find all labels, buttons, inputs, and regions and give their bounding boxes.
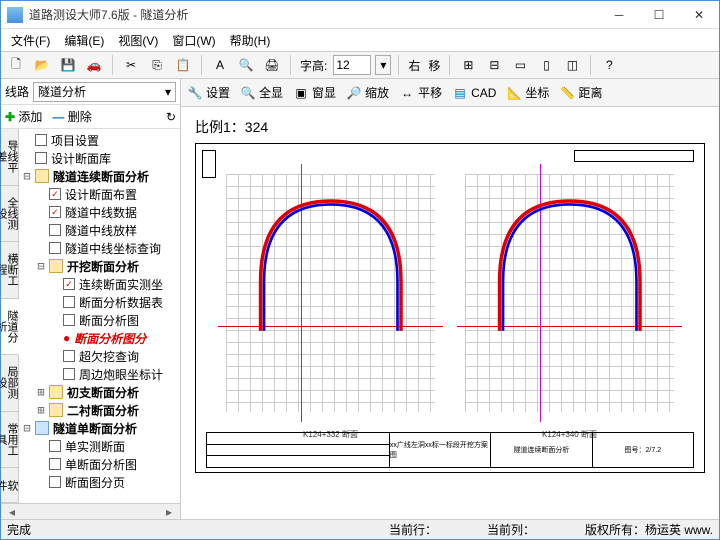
tree-folder[interactable]: ⊟开挖断面分析 — [21, 257, 178, 275]
tree-folder[interactable]: ⊟隧道连续断面分析 — [21, 167, 178, 185]
tree-item[interactable]: 断面图分页 — [21, 473, 178, 491]
vtab-3[interactable]: 隧道分析 — [1, 299, 19, 356]
tree-item[interactable]: 设计断面库 — [21, 149, 178, 167]
refresh-button[interactable]: ↻ — [166, 110, 176, 124]
right-label[interactable]: 右 — [406, 57, 422, 74]
new-button[interactable]: 🗋 — [5, 54, 27, 76]
add-button[interactable]: ✚ 添加 — [5, 108, 42, 125]
separator — [201, 55, 202, 75]
separator — [449, 55, 450, 75]
layout5-button[interactable]: ◫ — [561, 54, 583, 76]
menu-file[interactable]: 文件(F) — [5, 29, 56, 52]
vehicle-button[interactable]: 🚗 — [83, 54, 105, 76]
tree-item[interactable]: ✓连续断面实测坐 — [21, 275, 178, 293]
tree-item[interactable]: 单断面分析图 — [21, 455, 178, 473]
cad-button[interactable]: ▤CAD — [452, 85, 496, 101]
menu-view[interactable]: 视图(V) — [112, 29, 164, 52]
vtab-6[interactable]: 软件 — [1, 468, 18, 503]
tree-item[interactable]: 单实测断面 — [21, 437, 178, 455]
cut-button[interactable]: ✂ — [120, 54, 142, 76]
open-button[interactable]: 📂 — [31, 54, 53, 76]
delete-button[interactable]: — 删除 — [52, 108, 91, 125]
separator — [112, 55, 113, 75]
minimize-button[interactable]: ─ — [599, 1, 639, 29]
zoom-button[interactable]: 🔎缩放 — [346, 84, 389, 101]
titlebar: 道路测设大师7.6版 - 隧道分析 ─ ☐ ✕ — [1, 1, 719, 29]
tree-scrollbar[interactable]: ◂▸ — [1, 503, 180, 519]
menubar: 文件(F) 编辑(E) 视图(V) 窗口(W) 帮助(H) — [1, 29, 719, 51]
pan-button[interactable]: ↔平移 — [399, 84, 442, 101]
vtab-4[interactable]: 局部测设 — [1, 355, 18, 412]
toolbar-view: 🔧设置 🔍全显 ▣窗显 🔎缩放 ↔平移 ▤CAD 📐坐标 📏距离 — [181, 79, 719, 107]
font-height-dropdown[interactable]: ▾ — [375, 55, 391, 75]
sheet-tab — [202, 150, 216, 178]
statusbar: 完成 当前行： 当前列： 版权所有：杨运英 www. — [1, 519, 719, 539]
drawing-canvas[interactable]: 比例1：324 K124+332 断面 K124+340 断面 xx广线左洞xx… — [181, 107, 719, 519]
menu-help[interactable]: 帮助(H) — [224, 29, 277, 52]
tree-item[interactable]: 周边炮眼坐标计 — [21, 365, 178, 383]
vtab-2[interactable]: 横断工程 — [1, 242, 18, 299]
copy-button[interactable]: ⎘ — [146, 54, 168, 76]
font-height-label: 字高: — [298, 57, 329, 74]
search-button[interactable]: 🔍 — [235, 54, 257, 76]
status-copyright: 版权所有：杨运英 www. — [585, 521, 713, 538]
drawing-sheet: K124+332 断面 K124+340 断面 xx广线左洞xx标一标段开挖方案… — [195, 143, 705, 473]
app-icon — [7, 7, 23, 23]
separator — [398, 55, 399, 75]
tree-item[interactable]: ✓隧道中线数据 — [21, 203, 178, 221]
save-button[interactable]: 💾 — [57, 54, 79, 76]
separator — [590, 55, 591, 75]
scale-label: 比例1：324 — [195, 117, 705, 137]
section-plot-2: K124+340 断面 — [465, 174, 674, 412]
coord-button[interactable]: 📐坐标 — [506, 84, 549, 101]
font-height-input[interactable] — [333, 55, 371, 75]
menu-window[interactable]: 窗口(W) — [166, 29, 221, 52]
title-block: xx广线左洞xx标一标段开挖方案图隧道连续断面分析图号：2/7.2 — [206, 432, 694, 468]
maximize-button[interactable]: ☐ — [639, 1, 679, 29]
print-button[interactable]: 🖨 — [261, 54, 283, 76]
move-label[interactable]: 移 — [426, 57, 442, 74]
layout1-button[interactable]: ⊞ — [457, 54, 479, 76]
route-label: 线路 — [5, 83, 29, 100]
tree-item[interactable]: 断面分析图 — [21, 311, 178, 329]
layout4-button[interactable]: ▯ — [535, 54, 557, 76]
tree-item[interactable]: 超欠挖查询 — [21, 347, 178, 365]
tree-item[interactable]: ●断面分析图分 — [21, 329, 178, 347]
tree-item[interactable]: ✓设计断面布置 — [21, 185, 178, 203]
window-title: 道路测设大师7.6版 - 隧道分析 — [29, 6, 599, 23]
separator — [290, 55, 291, 75]
vtab-5[interactable]: 常用工具 — [1, 412, 18, 469]
tree-item[interactable]: 隧道中线放样 — [21, 221, 178, 239]
close-button[interactable]: ✕ — [679, 1, 719, 29]
tree-item[interactable]: 断面分析数据表 — [21, 293, 178, 311]
fullview-button[interactable]: 🔍全显 — [240, 84, 283, 101]
toolbar-main: 🗋 📂 💾 🚗 ✂ ⎘ 📋 A 🔍 🖨 字高: ▾ 右 移 ⊞ ⊟ ▭ ▯ ◫ … — [1, 51, 719, 79]
tree[interactable]: 项目设置 设计断面库 ⊟隧道连续断面分析 ✓设计断面布置 ✓隧道中线数据 隧道中… — [19, 129, 180, 503]
winview-button[interactable]: ▣窗显 — [293, 84, 336, 101]
dist-button[interactable]: 📏距离 — [559, 84, 602, 101]
sheet-title-box — [574, 150, 694, 162]
layout2-button[interactable]: ⊟ — [483, 54, 505, 76]
tree-folder[interactable]: ⊞初支断面分析 — [21, 383, 178, 401]
paste-button[interactable]: 📋 — [172, 54, 194, 76]
status-done: 完成 — [7, 521, 31, 538]
tree-item[interactable]: 隧道中线坐标查询 — [21, 239, 178, 257]
help-button[interactable]: ? — [598, 54, 620, 76]
menu-edit[interactable]: 编辑(E) — [58, 29, 110, 52]
font-button[interactable]: A — [209, 54, 231, 76]
status-col: 当前列： — [487, 521, 535, 538]
tree-item[interactable]: 项目设置 — [21, 131, 178, 149]
vertical-tabs: 导线平差 全线测设 横断工程 隧道分析 局部测设 常用工具 软件 — [1, 129, 19, 503]
tree-folder[interactable]: ⊞二衬断面分析 — [21, 401, 178, 419]
route-combo[interactable]: 隧道分析▾ — [33, 82, 176, 102]
tree-folder[interactable]: ⊟隧道单断面分析 — [21, 419, 178, 437]
section-plot-1: K124+332 断面 — [226, 174, 435, 412]
vtab-1[interactable]: 全线测设 — [1, 186, 18, 243]
layout3-button[interactable]: ▭ — [509, 54, 531, 76]
vtab-0[interactable]: 导线平差 — [1, 129, 18, 186]
settings-button[interactable]: 🔧设置 — [187, 84, 230, 101]
status-row: 当前行： — [389, 521, 437, 538]
left-panel: 线路 隧道分析▾ ✚ 添加 — 删除 ↻ 导线平差 全线测设 横断工程 隧道分析… — [1, 79, 181, 519]
